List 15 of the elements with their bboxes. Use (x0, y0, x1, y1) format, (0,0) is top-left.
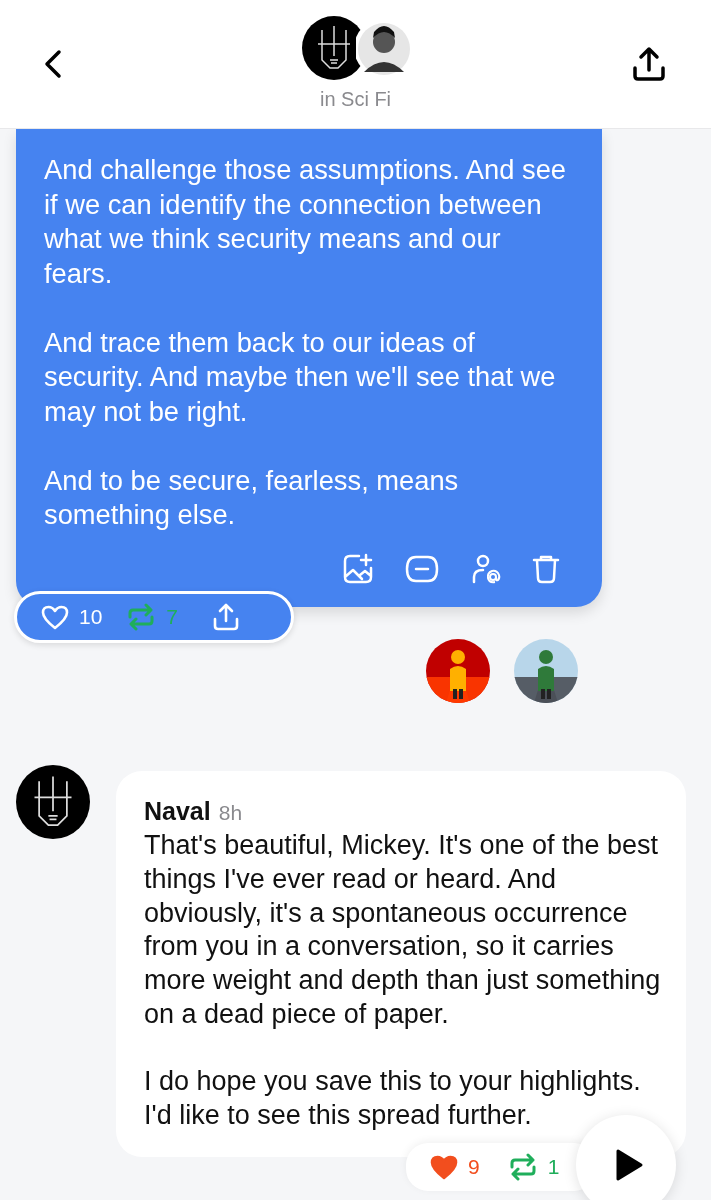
message-paragraph: And trace them back to our ideas of security. And maybe then we'll see that we may not be right. (44, 325, 557, 429)
mention-user-button[interactable] (470, 552, 502, 585)
share-button[interactable] (631, 46, 667, 82)
add-image-button[interactable] (342, 552, 374, 585)
play-icon (614, 1147, 644, 1182)
message-paragraph: And to be secure, fearless, means something else. (44, 463, 460, 532)
reply-paragraph: I do hope you save this to your highlights. I'd like to see this spread further. (144, 1065, 642, 1132)
post-time: 8h (218, 799, 243, 826)
like-button[interactable]: 9 (430, 1150, 480, 1183)
message-paragraph: And challenge those assumptions. And see if we can identify the connection between what we think security means and our fears. (44, 153, 568, 291)
author-name: Naval (144, 795, 211, 827)
like-button[interactable]: 10 (41, 600, 103, 633)
reply-paragraph: That's beautiful, Mickey. It's one of the best things I've ever read or heard. And obviously, it's a spontaneous occurrence from you in a conversation, so it carries more weight and depth than just something on a dead piece of paper. (144, 829, 662, 1031)
repost-button[interactable]: 1 (507, 1150, 560, 1183)
room-subtitle: in Sci Fi (319, 87, 392, 112)
